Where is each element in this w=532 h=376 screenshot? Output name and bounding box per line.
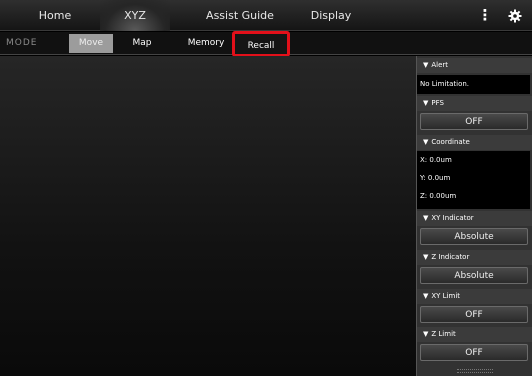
panel-scroll-grip[interactable] [457, 369, 493, 373]
coordinate-header[interactable]: ▼ Coordinate [417, 135, 532, 150]
xy-limit-button[interactable]: OFF [420, 306, 528, 323]
collapse-triangle-icon: ▼ [423, 214, 429, 222]
mode-bar: MODE Move Map Memory Recall [0, 31, 532, 57]
main-view-area[interactable] [0, 56, 416, 376]
alert-header[interactable]: ▼ Alert [417, 58, 532, 73]
nav-assist-guide[interactable]: Assist Guide [190, 0, 290, 31]
coordinate-x: X: 0.0um [420, 156, 452, 164]
z-limit-button[interactable]: OFF [420, 344, 528, 361]
collapse-triangle-icon: ▼ [423, 61, 429, 69]
coordinate-z: Z: 0.00um [420, 192, 457, 200]
nav-xyz[interactable]: XYZ [100, 0, 170, 31]
status-panel: ▼ Alert No Limitation. ▼ PFS OFF ▼ Coordina… [416, 56, 532, 376]
top-navigation: Home XYZ Assist Guide Display ⋮ [0, 0, 532, 31]
alert-text: No Limitation. [417, 75, 530, 94]
tab-move[interactable]: Move [69, 34, 113, 53]
collapse-triangle-icon: ▼ [423, 138, 429, 146]
z-indicator-button[interactable]: Absolute [420, 267, 528, 284]
tab-recall[interactable]: Recall [232, 31, 290, 57]
pfs-header[interactable]: ▼ PFS [417, 96, 532, 111]
collapse-triangle-icon: ▼ [423, 330, 429, 338]
z-limit-header[interactable]: ▼ Z Limit [417, 327, 532, 342]
z-indicator-header[interactable]: ▼ Z Indicator [417, 250, 532, 265]
mode-label: MODE [6, 38, 38, 48]
collapse-triangle-icon: ▼ [423, 253, 429, 261]
more-options-icon[interactable]: ⋮ [475, 0, 495, 31]
coordinate-y: Y: 0.0um [420, 174, 451, 182]
xy-indicator-button[interactable]: Absolute [420, 228, 528, 245]
pfs-toggle-button[interactable]: OFF [420, 113, 528, 130]
tab-memory[interactable]: Memory [178, 34, 234, 53]
tab-map[interactable]: Map [122, 34, 162, 53]
xy-limit-header[interactable]: ▼ XY Limit [417, 289, 532, 304]
gear-icon[interactable] [502, 0, 528, 31]
collapse-triangle-icon: ▼ [423, 292, 429, 300]
nav-display[interactable]: Display [296, 0, 366, 31]
collapse-triangle-icon: ▼ [423, 99, 429, 107]
nav-home[interactable]: Home [20, 0, 90, 31]
coordinate-readout: X: 0.0um Y: 0.0um Z: 0.00um [417, 151, 530, 209]
xy-indicator-header[interactable]: ▼ XY Indicator [417, 211, 532, 226]
